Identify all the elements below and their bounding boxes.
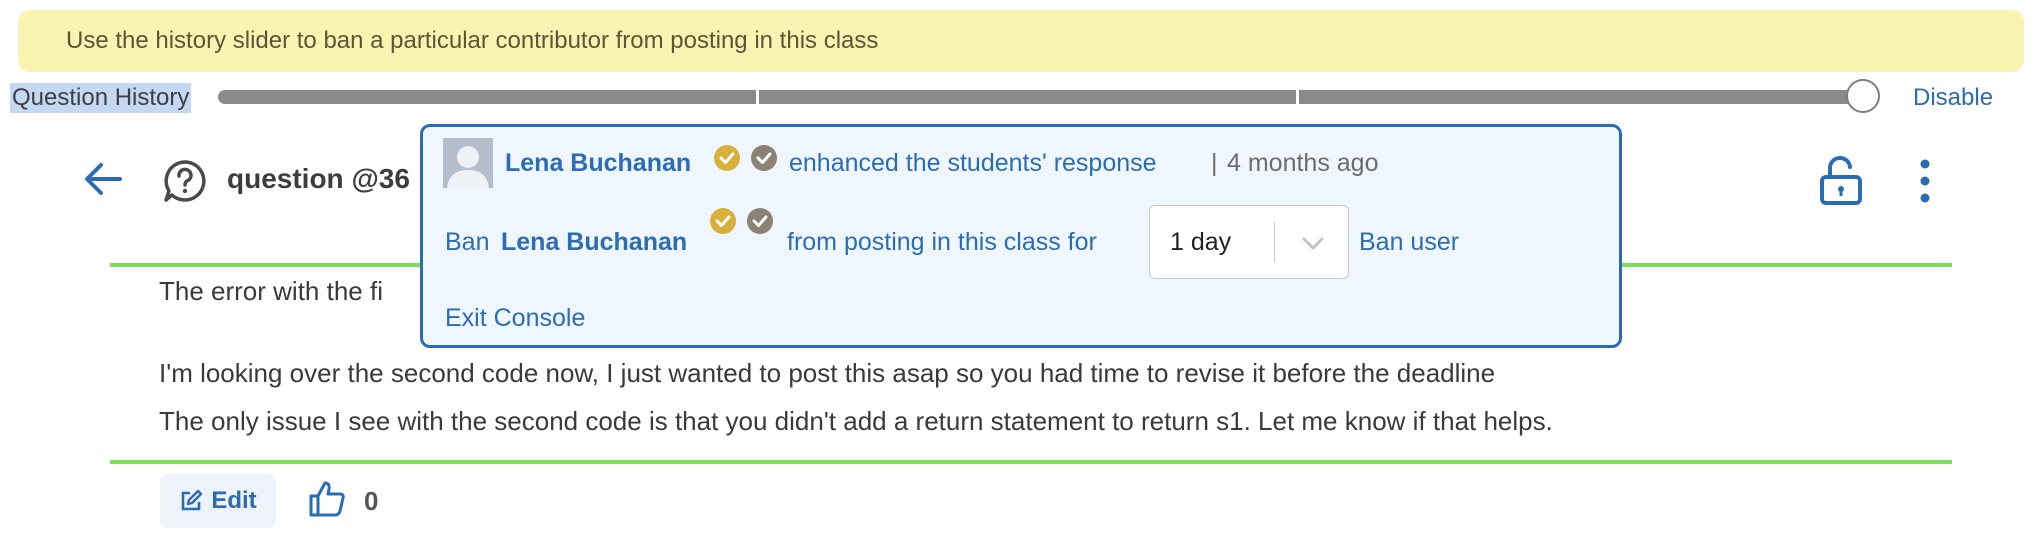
time-ago: 4 months ago: [1227, 149, 1379, 177]
moderation-console: Lena Buchanan enhanced the students' res…: [420, 124, 1622, 348]
exit-console-link[interactable]: Exit Console: [445, 304, 585, 333]
ban-duration-value: 1 day: [1170, 228, 1232, 256]
ban-duration-select[interactable]: 1 day: [1149, 205, 1349, 279]
answer-bottom-divider: [110, 460, 1952, 464]
question-bubble-icon: [164, 160, 206, 202]
answer-paragraph: The error with the fi: [159, 276, 383, 306]
like-count: 0: [364, 486, 379, 516]
info-banner: Use the history slider to ban a particul…: [18, 10, 2024, 72]
separator: |: [1211, 149, 1218, 177]
edit-button[interactable]: Edit: [160, 474, 276, 528]
edit-icon: [182, 489, 203, 511]
banner-text: Use the history slider to ban a particul…: [66, 27, 879, 54]
answer-paragraph: The only issue I see with the second cod…: [159, 406, 1553, 436]
edit-label: Edit: [211, 487, 257, 514]
action-link[interactable]: enhanced the students' response: [789, 149, 1157, 178]
select-divider: [1274, 222, 1275, 262]
slider-notch: [1296, 90, 1299, 104]
question-history-label: Question History: [10, 83, 192, 113]
back-arrow-icon[interactable]: [82, 158, 124, 200]
user-avatar: [443, 138, 493, 188]
endorse-badge-icon: [714, 145, 740, 171]
more-vertical-icon[interactable]: [1910, 158, 1940, 204]
chevron-down-icon: [1302, 237, 1324, 250]
instructor-check-icon: [747, 208, 773, 234]
answer-paragraph: I'm looking over the second code now, I …: [159, 358, 1496, 388]
slider-handle[interactable]: [1846, 79, 1880, 113]
question-title: question @36: [227, 163, 410, 194]
contributor-name[interactable]: Lena Buchanan: [505, 149, 691, 178]
endorse-badge-icon: [710, 208, 736, 234]
ban-prefix: Ban: [445, 228, 490, 256]
thumbs-up-icon[interactable]: [308, 480, 346, 518]
history-slider[interactable]: [218, 90, 1866, 104]
ban-user-button[interactable]: Ban user: [1359, 228, 1459, 257]
ban-user-name: Lena Buchanan: [501, 228, 688, 256]
unlock-icon[interactable]: [1818, 155, 1864, 205]
ban-middle-text: from posting in this class for: [787, 228, 1097, 256]
instructor-check-icon: [751, 145, 777, 171]
disable-link[interactable]: Disable: [1913, 83, 1993, 113]
slider-notch: [756, 90, 759, 104]
